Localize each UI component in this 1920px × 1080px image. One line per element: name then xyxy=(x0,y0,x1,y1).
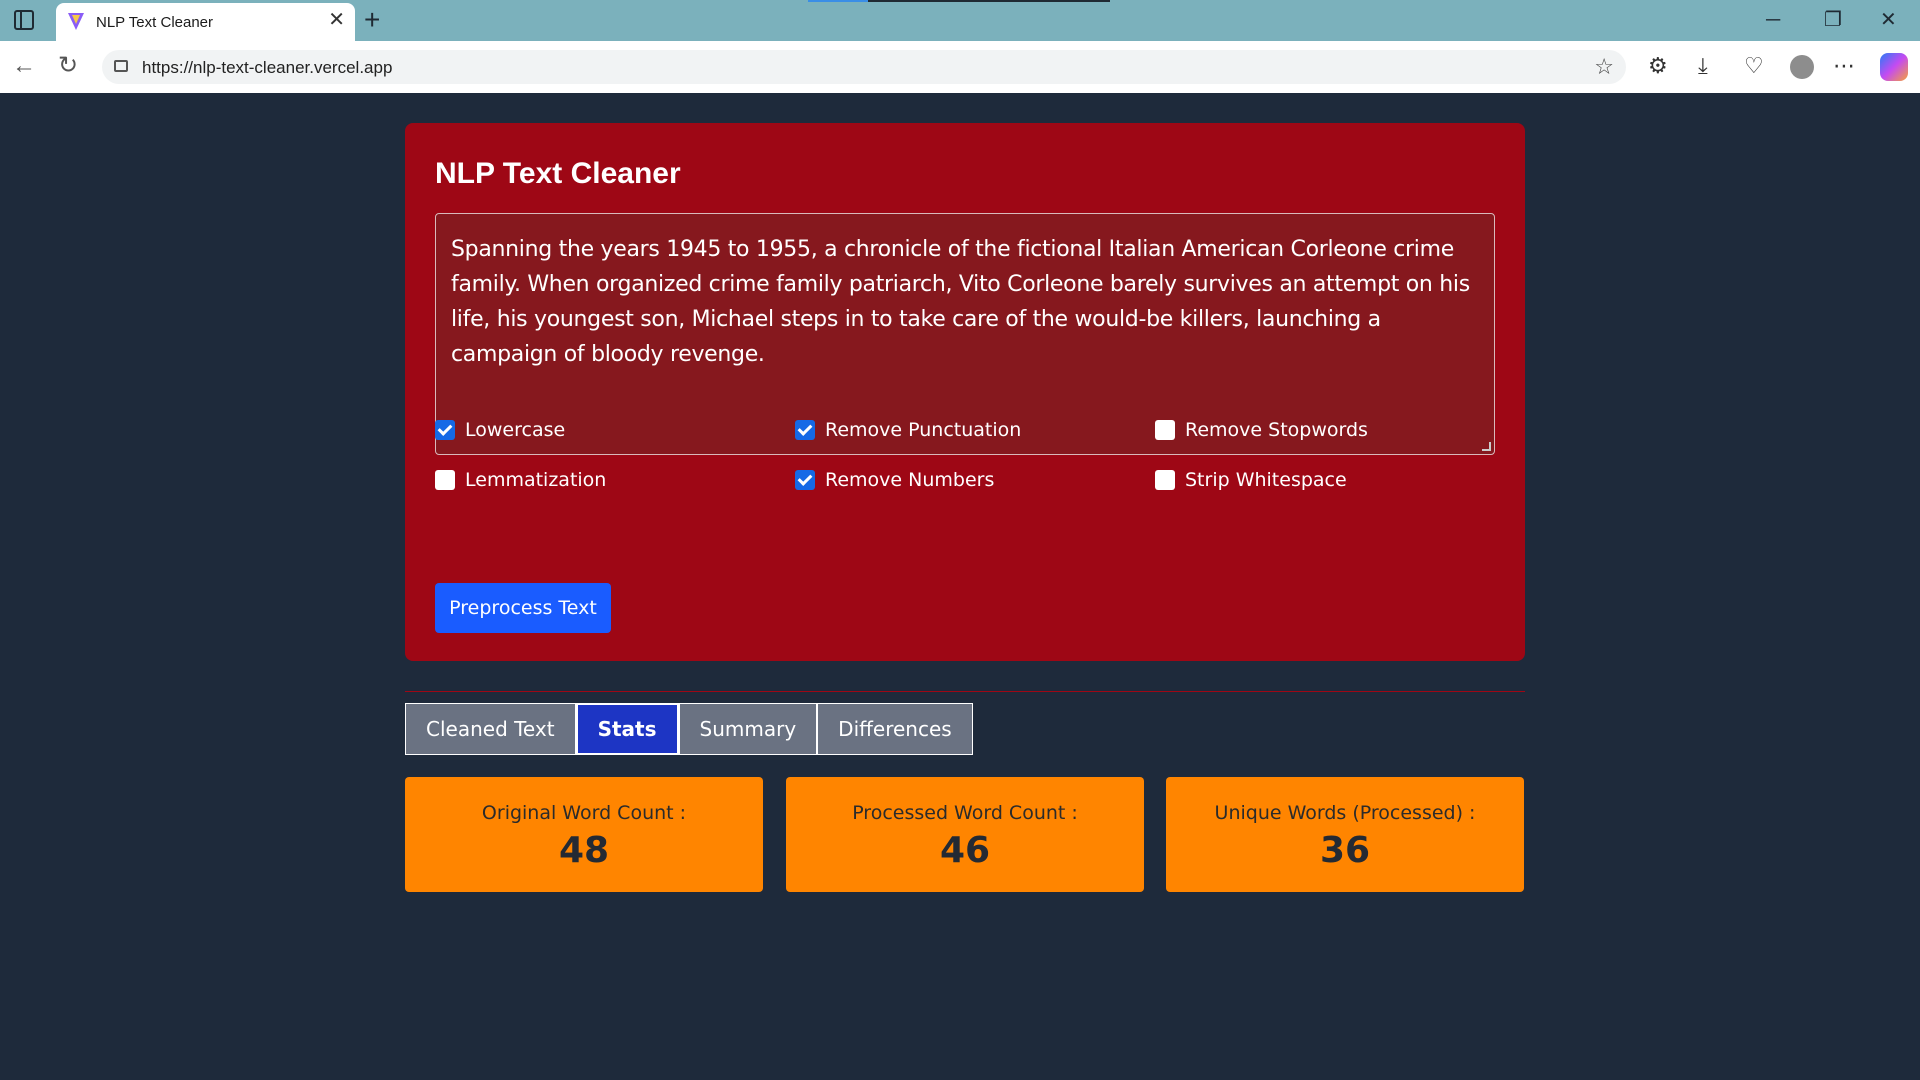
stat-label: Processed Word Count : xyxy=(852,802,1078,824)
option-remove-punctuation[interactable]: Remove Punctuation xyxy=(795,419,1021,441)
stat-original-word-count: Original Word Count : 48 xyxy=(405,777,763,892)
resize-handle-icon[interactable] xyxy=(1482,442,1491,451)
checkbox-strip-whitespace[interactable] xyxy=(1155,470,1175,490)
address-bar: ← ↻ https://nlp-text-cleaner.vercel.app … xyxy=(0,41,1920,93)
new-tab-icon[interactable]: + xyxy=(364,4,380,36)
stat-label: Original Word Count : xyxy=(481,802,687,824)
checkbox-remove-punctuation[interactable] xyxy=(795,420,815,440)
site-info-icon[interactable] xyxy=(114,60,128,72)
loading-indicator xyxy=(808,0,1110,2)
extensions-icon[interactable]: ⚙ xyxy=(1648,52,1668,80)
tab-cleaned-text[interactable]: Cleaned Text xyxy=(405,703,576,755)
url-text: https://nlp-text-cleaner.vercel.app xyxy=(142,58,393,77)
favicon-icon xyxy=(68,13,84,30)
preprocess-button[interactable]: Preprocess Text xyxy=(435,583,611,633)
checkbox-lemmatization[interactable] xyxy=(435,470,455,490)
option-strip-whitespace[interactable]: Strip Whitespace xyxy=(1155,469,1347,491)
favorite-star-icon[interactable]: ☆ xyxy=(1594,54,1614,80)
divider xyxy=(405,691,1525,692)
option-label: Strip Whitespace xyxy=(1185,469,1347,491)
option-remove-numbers[interactable]: Remove Numbers xyxy=(795,469,994,491)
more-menu-icon[interactable]: ⋯ xyxy=(1833,52,1855,80)
sidebar-toggle-icon[interactable] xyxy=(14,10,34,30)
option-label: Remove Stopwords xyxy=(1185,419,1368,441)
copilot-icon[interactable] xyxy=(1880,53,1908,81)
profile-avatar[interactable] xyxy=(1790,55,1814,79)
stat-label: Unique Words (Processed) : xyxy=(1214,802,1476,824)
tab-summary[interactable]: Summary xyxy=(678,703,818,755)
result-tabs: Cleaned Text Stats Summary Differences xyxy=(405,703,973,755)
url-field[interactable]: https://nlp-text-cleaner.vercel.app ☆ xyxy=(102,50,1626,84)
checkbox-remove-numbers[interactable] xyxy=(795,470,815,490)
stat-value: 36 xyxy=(1319,830,1371,871)
downloads-icon[interactable]: ⤓ xyxy=(1698,52,1708,80)
checkbox-lowercase[interactable] xyxy=(435,420,455,440)
option-label: Remove Punctuation xyxy=(825,419,1022,441)
cleaner-card: NLP Text Cleaner Spanning the years 1945… xyxy=(405,123,1525,661)
stat-unique-words: Unique Words (Processed) : 36 xyxy=(1166,777,1524,892)
health-icon[interactable]: ♡ xyxy=(1744,52,1764,80)
back-icon[interactable]: ← xyxy=(12,53,36,79)
page-viewport: NLP Text Cleaner Spanning the years 1945… xyxy=(5,93,1915,1075)
option-label: Lowercase xyxy=(465,419,566,441)
refresh-icon[interactable]: ↻ xyxy=(58,53,78,79)
option-label: Remove Numbers xyxy=(825,469,995,491)
tab-title: NLP Text Cleaner xyxy=(96,14,214,31)
close-window-icon[interactable]: ✕ xyxy=(1880,8,1897,32)
stat-value: 48 xyxy=(558,830,610,871)
checkbox-remove-stopwords[interactable] xyxy=(1155,420,1175,440)
option-lemmatization[interactable]: Lemmatization xyxy=(435,469,606,491)
close-tab-icon[interactable]: ✕ xyxy=(328,10,345,30)
page-title: NLP Text Cleaner xyxy=(435,157,681,190)
input-text: Spanning the years 1945 to 1955, a chron… xyxy=(451,237,1470,367)
option-label: Lemmatization xyxy=(465,469,607,491)
option-remove-stopwords[interactable]: Remove Stopwords xyxy=(1155,419,1368,441)
tab-stats[interactable]: Stats xyxy=(575,703,679,755)
browser-tab[interactable]: NLP Text Cleaner ✕ xyxy=(56,3,355,41)
minimize-icon[interactable]: ─ xyxy=(1766,8,1780,32)
option-lowercase[interactable]: Lowercase xyxy=(435,419,565,441)
browser-tab-bar: NLP Text Cleaner ✕ + ─ ❐ ✕ xyxy=(0,0,1920,41)
stat-processed-word-count: Processed Word Count : 46 xyxy=(786,777,1144,892)
stat-value: 46 xyxy=(939,830,991,871)
tab-differences[interactable]: Differences xyxy=(817,703,973,755)
restore-icon[interactable]: ❐ xyxy=(1824,8,1842,32)
